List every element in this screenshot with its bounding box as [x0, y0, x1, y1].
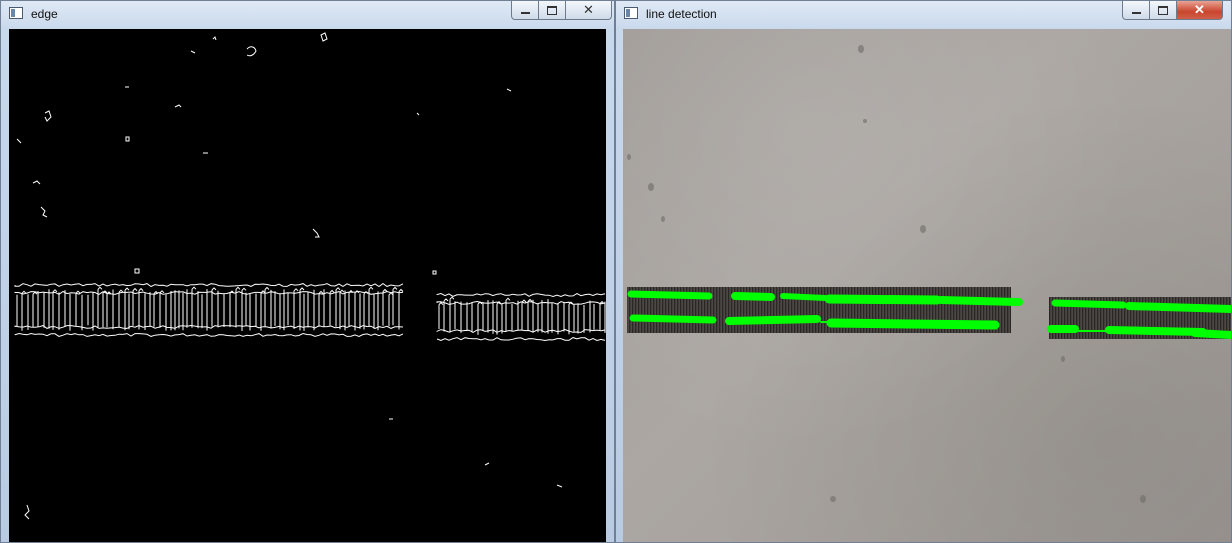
maximize-button[interactable]: [539, 1, 566, 20]
minimize-button[interactable]: [1122, 1, 1150, 20]
line-detection-image-canvas: [623, 29, 1231, 542]
line-detection-window-title: line detection: [646, 7, 717, 21]
edge-window[interactable]: edge ✕: [0, 0, 615, 543]
minimize-icon: [520, 12, 530, 14]
minimize-button[interactable]: [511, 1, 539, 20]
edge-window-title: edge: [31, 7, 58, 21]
close-icon: ✕: [583, 2, 594, 17]
line-detection-image: [627, 45, 1231, 503]
edge-image-canvas: [9, 29, 606, 542]
maximize-icon: [1158, 5, 1168, 15]
line-detection-window[interactable]: line detection ✕: [615, 0, 1232, 543]
concrete-spots: [627, 45, 1146, 503]
edge-titlebar[interactable]: edge ✕: [1, 1, 614, 29]
app-window-icon: [9, 7, 23, 19]
maximize-button[interactable]: [1150, 1, 1177, 20]
app-window-icon: [624, 7, 638, 19]
line-detection-titlebar[interactable]: line detection ✕: [616, 1, 1231, 29]
maximize-icon: [547, 5, 557, 15]
close-button[interactable]: ✕: [1177, 1, 1223, 20]
close-button[interactable]: ✕: [566, 1, 612, 20]
close-icon: ✕: [1194, 2, 1205, 17]
minimize-icon: [1131, 12, 1141, 14]
edge-map-image: [9, 29, 606, 542]
